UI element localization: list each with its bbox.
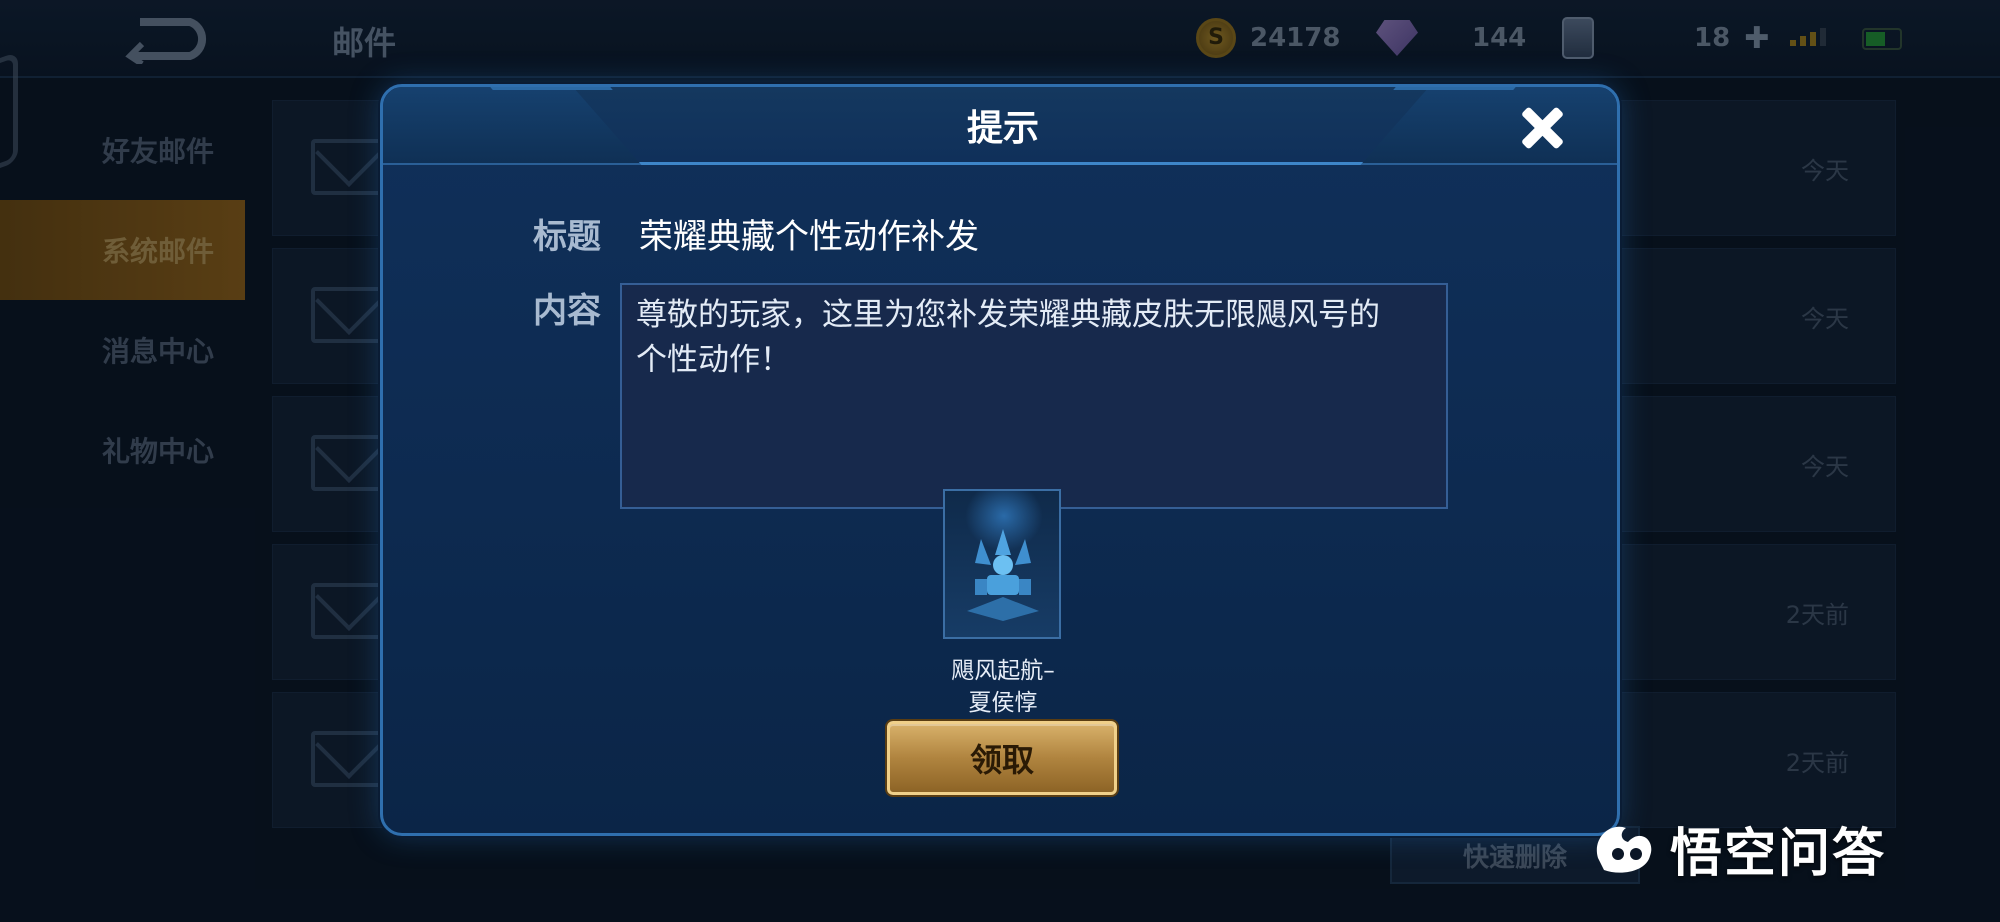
watermark-text: 悟空问答 [1670,823,1887,884]
claim-button[interactable]: 领取 [887,721,1117,795]
reward-item[interactable] [943,489,1061,639]
mail-detail-dialog: 提示 标题 荣耀典藏个性动作补发 内容 尊敬的玩家，这里为您补发荣耀典藏皮肤无限… [380,84,1620,836]
watermark: 悟空问答 [1590,808,1886,888]
close-icon[interactable] [1515,101,1569,155]
reward-name-line: 飓风起航– [951,658,1055,684]
title-label: 标题 [533,217,601,257]
content-line: 尊敬的玩家，这里为您补发荣耀典藏皮肤无限飓风号的 [636,297,1380,333]
mail-content: 尊敬的玩家，这里为您补发荣耀典藏皮肤无限飓风号的 个性动作！ [620,283,1448,509]
dialog-header: 提示 [383,87,1617,165]
reward-name: 飓风起航– 夏侯惇 [903,655,1103,719]
action-figure-icon [967,529,1039,621]
content-line: 个性动作！ [636,342,791,378]
wukong-logo-icon [1596,826,1652,873]
reward-name-line: 夏侯惇 [968,690,1038,716]
dialog-title: 提示 [966,108,1039,149]
content-label: 内容 [533,291,601,331]
mail-title: 荣耀典藏个性动作补发 [639,217,979,257]
